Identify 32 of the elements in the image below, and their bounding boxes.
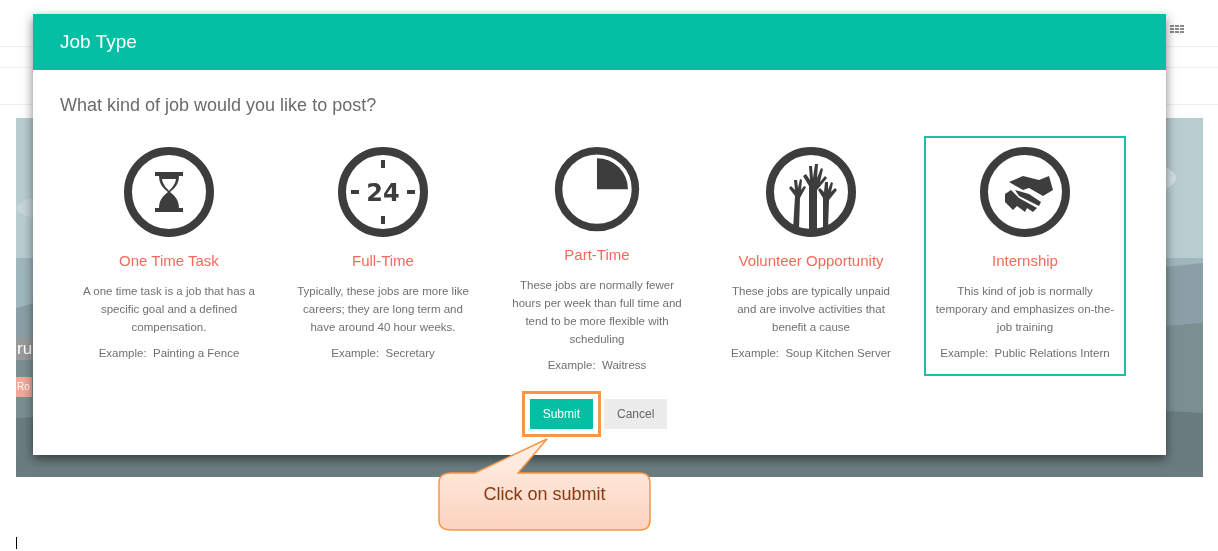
job-type-example: Example: Painting a Fence <box>98 345 240 361</box>
hourglass-icon <box>123 146 215 238</box>
job-type-card[interactable]: Part-Time These jobs are normally fewer hours per week than full time and tend to be more flexible with scheduling Example: Waitress <box>496 136 698 376</box>
job-type-example: Example: Waitress <box>547 357 647 373</box>
job-type-title: Volunteer Opportunity <box>738 251 884 271</box>
job-type-description: This kind of job is normally temporary and emphasizes on-the-job training <box>935 283 1115 335</box>
job-type-example: Example: Public Relations Intern <box>940 345 1110 361</box>
raised-hands-icon <box>765 146 857 238</box>
grid-icon[interactable] <box>1170 25 1184 33</box>
job-type-card[interactable]: Internship This kind of job is normally temporary and emphasizes on-the-job training Example: Public Relations Intern <box>924 136 1126 376</box>
callout-text: Click on submit <box>482 483 607 506</box>
clock-icon: 24 <box>337 146 429 238</box>
tag: Ro <box>16 377 32 397</box>
job-type-description: These jobs are normally fewer hours per week than full time and tend to be more flexible with scheduling <box>511 277 683 347</box>
job-type-title: Full-Time <box>352 251 414 271</box>
handshake-icon <box>979 146 1071 238</box>
text-cursor-icon <box>16 537 17 549</box>
cancel-button[interactable]: Cancel <box>604 399 668 429</box>
job-type-example: Example: Soup Kitchen Server <box>731 345 891 361</box>
job-type-description: Typically, these jobs are more like careers; they are long term and have around 40 hour weeks. <box>296 283 470 335</box>
dialog-title: Job Type <box>60 29 137 54</box>
job-type-example: Example: Secretary <box>331 345 435 361</box>
job-type-title: Part-Time <box>564 245 630 266</box>
job-type-title: Internship <box>992 251 1058 271</box>
job-type-card[interactable]: 24 Full-Time Typically, these jobs are more like careers; they are long term and have around 40 hour weeks. Example: Secretary <box>282 136 484 376</box>
page-heading: ru <box>16 338 34 360</box>
job-type-title: One Time Task <box>119 251 219 271</box>
job-type-description: These jobs are typically unpaid and are involve activities that benefit a cause <box>731 283 891 335</box>
job-type-card[interactable]: Volunteer Opportunity These jobs are typically unpaid and are involve activities that benefit a cause Example: Soup Kitchen Server <box>710 136 912 376</box>
job-type-description: A one time task is a job that has a specific goal and a defined compensation. <box>82 283 256 335</box>
job-type-card[interactable]: One Time Task A one time task is a job that has a specific goal and a defined compensation. Example: Painting a Fence <box>68 136 270 376</box>
question: What kind of job would you like to post? <box>60 94 378 117</box>
